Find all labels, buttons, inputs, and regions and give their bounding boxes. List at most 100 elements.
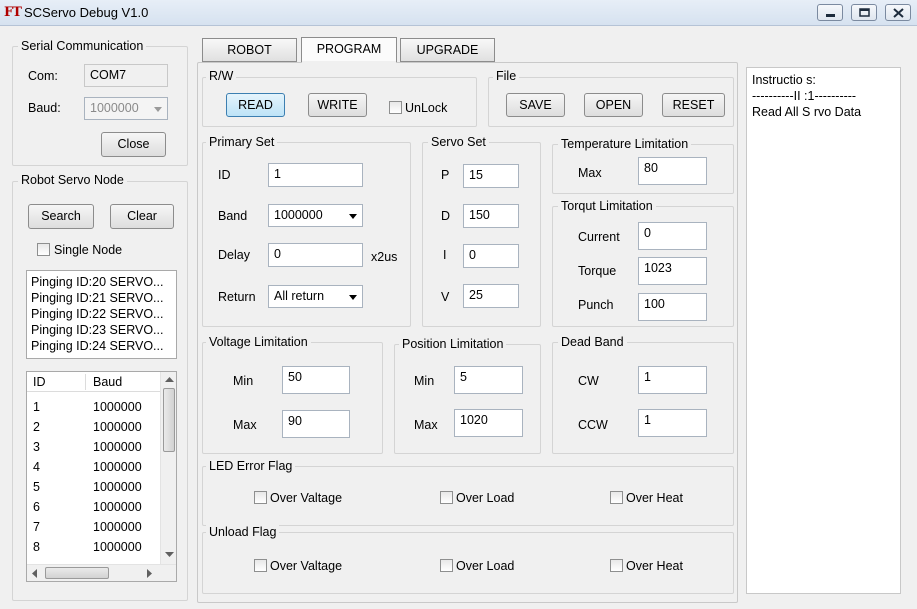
app-logo: FT — [4, 5, 22, 20]
row-id: 4 — [33, 460, 40, 474]
return-select[interactable]: All return — [268, 285, 363, 308]
v-field[interactable]: 25 — [463, 284, 519, 308]
led-over-load-checkbox[interactable] — [440, 491, 453, 504]
table-row[interactable]: 7 1000000 — [27, 517, 161, 537]
instructions-line: ----------II :1---------- — [752, 89, 857, 103]
table-row[interactable]: 5 1000000 — [27, 477, 161, 497]
row-baud: 1000000 — [93, 480, 142, 494]
led-over-voltage-label: Over Valtage — [270, 491, 343, 505]
punch-field[interactable]: 100 — [638, 293, 707, 321]
unload-over-voltage-checkbox[interactable] — [254, 559, 267, 572]
maximize-icon — [859, 8, 870, 17]
current-label: Current — [578, 230, 620, 244]
scroll-up-icon[interactable] — [165, 377, 174, 383]
row-id: 6 — [33, 500, 40, 514]
position-limitation-legend: Position Limitation — [399, 337, 507, 351]
instructions-panel[interactable]: Instructio s: ----------II :1---------- … — [746, 67, 901, 594]
minimize-button[interactable] — [817, 4, 843, 21]
close-icon — [893, 8, 904, 18]
temp-max-field[interactable]: 80 — [638, 157, 707, 185]
column-header-id[interactable]: ID — [33, 375, 46, 389]
horizontal-scrollbar[interactable] — [27, 564, 176, 581]
search-button[interactable]: Search — [28, 204, 94, 229]
voltage-min-field[interactable]: 50 — [282, 366, 350, 394]
baud-select[interactable]: 1000000 — [84, 97, 168, 120]
delay-field[interactable]: 0 — [268, 243, 363, 267]
table-row[interactable]: 8 1000000 — [27, 537, 161, 557]
save-button[interactable]: SAVE — [506, 93, 565, 117]
clear-button[interactable]: Clear — [110, 204, 174, 229]
unload-flag-legend: Unload Flag — [206, 525, 280, 539]
led-over-heat-checkbox[interactable] — [610, 491, 623, 504]
ccw-label: CCW — [578, 418, 608, 432]
row-id: 5 — [33, 480, 40, 494]
unlock-label: UnLock — [405, 101, 448, 115]
column-divider — [85, 374, 86, 390]
single-node-label: Single Node — [54, 243, 123, 257]
ccw-field[interactable]: 1 — [638, 409, 707, 437]
tab-robot[interactable]: ROBOT — [202, 38, 297, 62]
unload-over-load-checkbox[interactable] — [440, 559, 453, 572]
table-row[interactable]: 4 1000000 — [27, 457, 161, 477]
single-node-checkbox[interactable] — [37, 243, 50, 256]
row-id: 7 — [33, 520, 40, 534]
voltage-max-label: Max — [233, 418, 257, 432]
i-field[interactable]: 0 — [463, 244, 519, 268]
vertical-scrollbar[interactable] — [160, 372, 176, 564]
led-error-flag-legend: LED Error Flag — [206, 459, 296, 473]
unload-over-heat-checkbox[interactable] — [610, 559, 623, 572]
table-row[interactable]: 3 1000000 — [27, 437, 161, 457]
column-header-baud[interactable]: Baud — [93, 375, 122, 389]
close-window-button[interactable] — [885, 4, 911, 21]
servo-set-legend: Servo Set — [428, 135, 489, 149]
scroll-down-icon[interactable] — [165, 552, 174, 558]
scroll-right-icon[interactable] — [147, 569, 153, 578]
cw-label: CW — [578, 374, 599, 388]
led-over-voltage-checkbox[interactable] — [254, 491, 267, 504]
id-field[interactable]: 1 — [268, 163, 363, 187]
ping-log-list[interactable]: Pinging ID:20 SERVO... Pinging ID:21 SER… — [26, 270, 177, 359]
tab-upgrade[interactable]: UPGRADE — [400, 38, 495, 62]
p-label: P — [441, 168, 450, 182]
i-label: I — [443, 248, 447, 262]
tab-program[interactable]: PROGRAM — [301, 37, 397, 63]
list-item: Pinging ID:20 SERVO... — [31, 275, 164, 289]
position-limitation-group — [394, 344, 541, 454]
torque-field[interactable]: 1023 — [638, 257, 707, 285]
position-max-field[interactable]: 1020 — [454, 409, 523, 437]
table-row[interactable]: 2 1000000 — [27, 417, 161, 437]
file-legend: File — [493, 69, 520, 83]
row-baud: 1000000 — [93, 440, 142, 454]
scroll-thumb[interactable] — [163, 388, 175, 452]
servo-table[interactable]: ID Baud 1 1000000 2 1000000 3 1000000 4 1000… — [26, 371, 177, 582]
serial-communication-legend: Serial Communication — [18, 39, 147, 53]
temperature-limitation-legend: Temperature Limitation — [558, 137, 692, 151]
read-button[interactable]: READ — [226, 93, 285, 117]
hscroll-thumb[interactable] — [45, 567, 109, 579]
temp-max-label: Max — [578, 166, 602, 180]
table-header: ID Baud — [27, 372, 161, 392]
scroll-left-icon[interactable] — [32, 569, 38, 578]
cw-field[interactable]: 1 — [638, 366, 707, 394]
d-field[interactable]: 150 — [463, 204, 519, 228]
band-select[interactable]: 1000000 — [268, 204, 363, 227]
close-port-button[interactable]: Close — [101, 132, 166, 157]
unlock-checkbox[interactable] — [389, 101, 402, 114]
unload-over-heat-label: Over Heat — [626, 559, 683, 573]
voltage-max-field[interactable]: 90 — [282, 410, 350, 438]
open-button[interactable]: OPEN — [584, 93, 643, 117]
current-field[interactable]: 0 — [638, 222, 707, 250]
position-min-field[interactable]: 5 — [454, 366, 523, 394]
table-row[interactable]: 1 1000000 — [27, 397, 161, 417]
dead-band-legend: Dead Band — [558, 335, 627, 349]
p-field[interactable]: 15 — [463, 164, 519, 188]
row-baud: 1000000 — [93, 400, 142, 414]
reset-button[interactable]: RESET — [662, 93, 725, 117]
id-label: ID — [218, 168, 231, 182]
com-field: COM7 — [84, 64, 168, 87]
table-row[interactable]: 6 1000000 — [27, 497, 161, 517]
position-min-label: Min — [414, 374, 435, 388]
list-item: Pinging ID:22 SERVO... — [31, 307, 164, 321]
write-button[interactable]: WRITE — [308, 93, 367, 117]
maximize-button[interactable] — [851, 4, 877, 21]
